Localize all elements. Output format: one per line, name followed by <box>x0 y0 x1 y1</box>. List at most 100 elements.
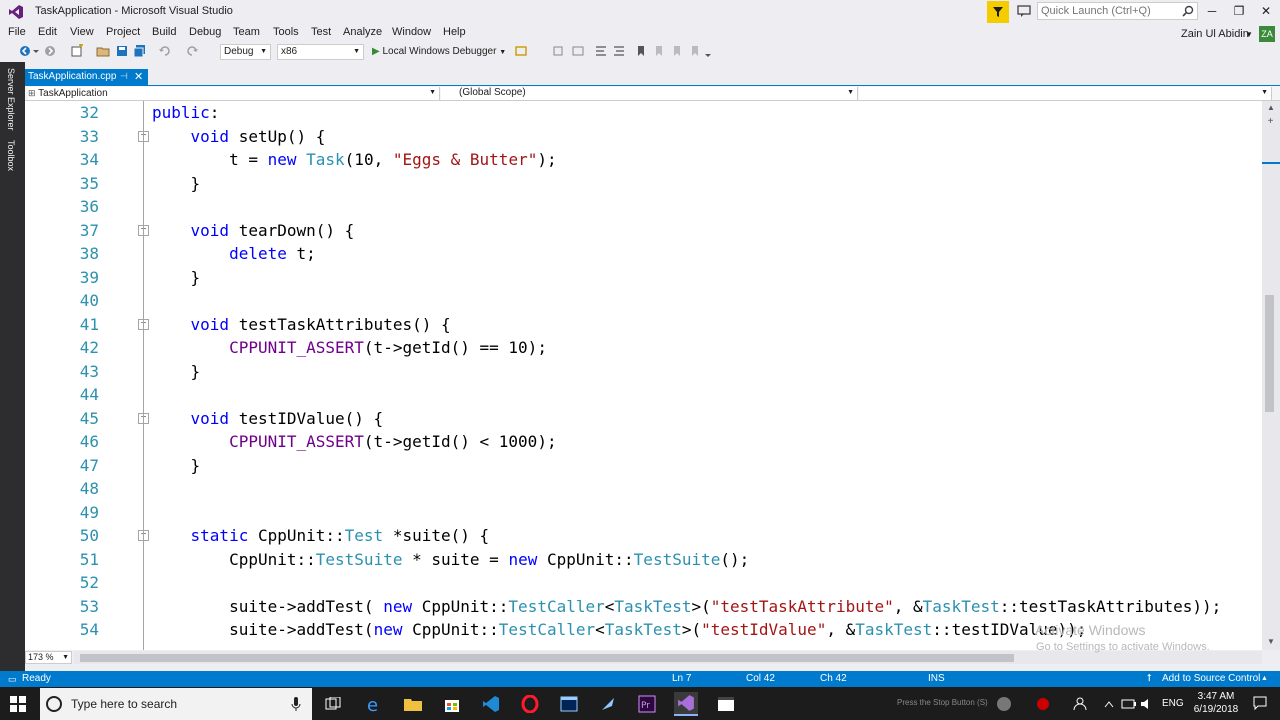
window-app-icon[interactable] <box>714 692 738 716</box>
open-file-icon[interactable] <box>96 44 110 58</box>
opera-icon[interactable] <box>518 692 542 716</box>
volume-icon[interactable] <box>1135 692 1159 716</box>
menu-analyze[interactable]: Analyze <box>343 26 382 38</box>
undo-icon[interactable] <box>158 44 172 58</box>
search-icon[interactable] <box>1182 5 1194 17</box>
people-icon[interactable] <box>1068 692 1092 716</box>
bookmark-next-icon[interactable] <box>652 44 666 58</box>
menu-view[interactable]: View <box>70 26 94 38</box>
menu-team[interactable]: Team <box>233 26 260 38</box>
minimize-button[interactable]: ─ <box>1202 3 1222 19</box>
server-explorer-tab[interactable]: Server Explorer <box>6 68 16 131</box>
scroll-up-icon[interactable]: ▲ <box>1262 103 1280 115</box>
project-dropdown[interactable]: ⊞ TaskApplication ▼ <box>28 87 440 100</box>
quick-launch-input[interactable] <box>1041 4 1176 18</box>
code-line[interactable]: CPPUNIT_ASSERT(t->getId() < 1000); <box>152 430 557 454</box>
platform-select[interactable]: x86 ▼ <box>277 44 364 60</box>
menu-window[interactable]: Window <box>392 26 431 38</box>
bookmark-prev-icon[interactable] <box>571 44 585 58</box>
code-editor[interactable]: 32public:33 void setUp() {−34 t = new Ta… <box>25 101 1262 650</box>
code-line[interactable]: suite->addTest(new CppUnit::TestCaller<T… <box>152 618 1086 642</box>
code-line[interactable]: CppUnit::TestSuite * suite = new CppUnit… <box>152 548 749 572</box>
menu-bar: File Edit View Project Build Debug Team … <box>0 24 1280 42</box>
taskbar-clock[interactable]: 3:47 AM 6/19/2018 <box>1190 690 1242 716</box>
code-line[interactable]: void testIDValue() { <box>152 407 384 431</box>
windows-start-icon[interactable] <box>8 694 28 714</box>
toolbar-overflow-icon[interactable] <box>704 44 712 58</box>
maximize-button[interactable]: ❐ <box>1229 3 1249 19</box>
code-line[interactable]: suite->addTest( new CppUnit::TestCaller<… <box>152 595 1221 619</box>
vertical-scroll-thumb[interactable] <box>1265 295 1274 412</box>
code-line[interactable]: } <box>152 172 201 196</box>
chevron-down-icon[interactable]: ▼ <box>1245 30 1253 39</box>
avatar[interactable]: ZA <box>1259 26 1275 42</box>
close-button[interactable]: ✕ <box>1256 3 1276 19</box>
close-tab-icon[interactable]: ✕ <box>134 70 146 84</box>
scroll-down-icon[interactable]: ▼ <box>1262 637 1280 649</box>
start-debugger-button[interactable]: ▶ Local Windows Debugger ▼ <box>372 44 506 60</box>
code-line[interactable]: CPPUNIT_ASSERT(t->getId() == 10); <box>152 336 547 360</box>
store-icon[interactable] <box>440 692 464 716</box>
menu-project[interactable]: Project <box>106 26 140 38</box>
code-line[interactable]: void tearDown() { <box>152 219 355 243</box>
menu-file[interactable]: File <box>8 26 26 38</box>
code-line[interactable]: t = new Task(10, "Eggs & Butter"); <box>152 148 557 172</box>
save-all-icon[interactable] <box>133 44 147 58</box>
task-view-icon[interactable] <box>321 692 345 716</box>
new-project-icon[interactable] <box>70 44 84 58</box>
vscode-icon[interactable] <box>479 692 503 716</box>
user-name[interactable]: Zain Ul Abidin <box>1181 28 1249 40</box>
menu-tools[interactable]: Tools <box>273 26 299 38</box>
notification-filter-icon[interactable] <box>987 1 1009 23</box>
code-line[interactable]: void setUp() { <box>152 125 326 149</box>
save-icon[interactable] <box>115 44 129 58</box>
code-line[interactable]: } <box>152 454 201 478</box>
configuration-select[interactable]: Debug ▼ <box>220 44 271 60</box>
split-view-icon[interactable]: + <box>1265 116 1276 127</box>
comment-icon[interactable] <box>594 44 608 58</box>
scope-dropdown[interactable]: (Global Scope) ▼ <box>441 87 858 100</box>
toolbox-tab[interactable]: Toolbox <box>6 140 16 171</box>
menu-build[interactable]: Build <box>152 26 176 38</box>
horizontal-scroll-thumb[interactable] <box>80 654 1014 662</box>
edge-browser-icon[interactable]: e <box>362 692 386 716</box>
uncomment-icon[interactable] <box>612 44 626 58</box>
code-line[interactable]: static CppUnit::Test *suite() { <box>152 524 490 548</box>
back-icon[interactable] <box>18 44 32 58</box>
language-indicator[interactable]: ENG <box>1162 698 1184 709</box>
menu-edit[interactable]: Edit <box>38 26 57 38</box>
file-explorer-icon[interactable] <box>401 692 425 716</box>
feedback-icon[interactable] <box>1016 3 1032 19</box>
chevron-up-icon[interactable]: ▲ <box>1261 675 1268 682</box>
bookmark-icon[interactable] <box>634 44 648 58</box>
code-line[interactable]: public: <box>152 101 219 125</box>
tray-app-icon[interactable] <box>992 692 1016 716</box>
attach-icon[interactable] <box>514 44 528 58</box>
redo-icon[interactable] <box>185 44 199 58</box>
forward-icon[interactable] <box>43 44 57 58</box>
action-center-icon[interactable] <box>1252 695 1268 711</box>
step-icon[interactable] <box>551 44 565 58</box>
code-line[interactable]: void testTaskAttributes() { <box>152 313 451 337</box>
member-dropdown[interactable]: ▼ <box>859 87 1272 100</box>
bookmark-prev2-icon[interactable] <box>670 44 684 58</box>
feather-app-icon[interactable] <box>596 692 620 716</box>
chevron-down-icon[interactable] <box>32 44 40 58</box>
pin-icon[interactable]: ⊣ <box>120 71 130 83</box>
add-to-source-control-button[interactable]: Add to Source Control <box>1162 673 1260 684</box>
record-icon[interactable] <box>1031 692 1055 716</box>
source-control-arrow-icon[interactable]: ⭡ <box>1147 673 1152 684</box>
premiere-icon[interactable]: Pr <box>635 692 659 716</box>
code-line[interactable]: } <box>152 266 201 290</box>
code-line[interactable]: delete t; <box>152 242 316 266</box>
visual-studio-taskbar-icon[interactable] <box>674 692 698 716</box>
clear-bookmarks-icon[interactable] <box>688 44 702 58</box>
menu-test[interactable]: Test <box>311 26 331 38</box>
zoom-select[interactable]: 173 % ▼ <box>25 651 72 664</box>
microphone-icon[interactable] <box>290 696 302 712</box>
menu-help[interactable]: Help <box>443 26 466 38</box>
code-line[interactable]: } <box>152 360 201 384</box>
terminal-icon[interactable] <box>557 692 581 716</box>
quick-launch[interactable] <box>1037 2 1198 20</box>
menu-debug[interactable]: Debug <box>189 26 221 38</box>
